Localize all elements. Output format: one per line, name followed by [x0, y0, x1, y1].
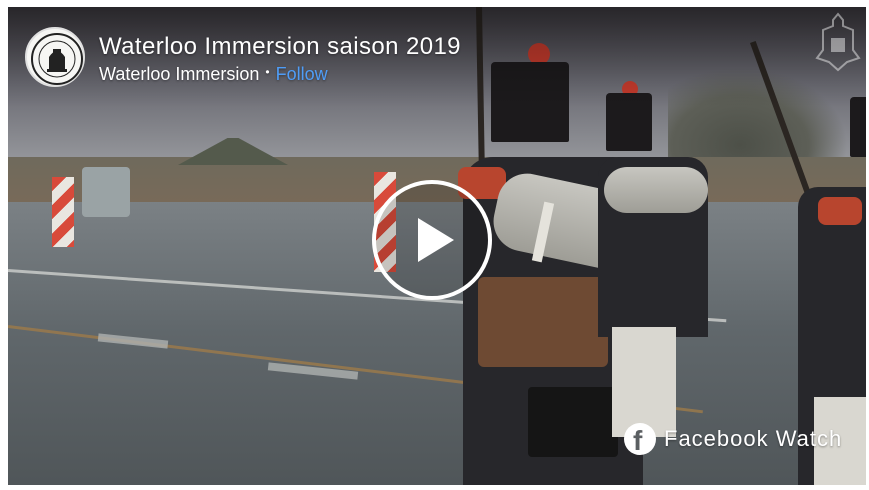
separator-dot: • — [265, 65, 270, 79]
play-icon — [418, 218, 454, 262]
follow-link[interactable]: Follow — [276, 64, 328, 84]
video-scene-vehicle — [82, 167, 130, 217]
facebook-icon: f — [624, 423, 656, 456]
video-scene-barrier — [52, 177, 74, 247]
facebook-watch-link[interactable]: f Facebook Watch — [624, 422, 842, 456]
facebook-glyph: f — [633, 425, 643, 456]
page-avatar[interactable] — [25, 27, 85, 87]
page-name-link[interactable]: Waterloo Immersion — [99, 64, 259, 84]
page-info: Waterloo Immersion • Follow — [99, 64, 328, 85]
waterloo-logo-icon — [31, 33, 83, 85]
video-title[interactable]: Waterloo Immersion saison 2019 — [99, 33, 461, 61]
crest-watermark-icon — [815, 12, 861, 72]
play-button[interactable] — [372, 180, 492, 300]
facebook-watch-label: Facebook Watch — [664, 426, 843, 451]
